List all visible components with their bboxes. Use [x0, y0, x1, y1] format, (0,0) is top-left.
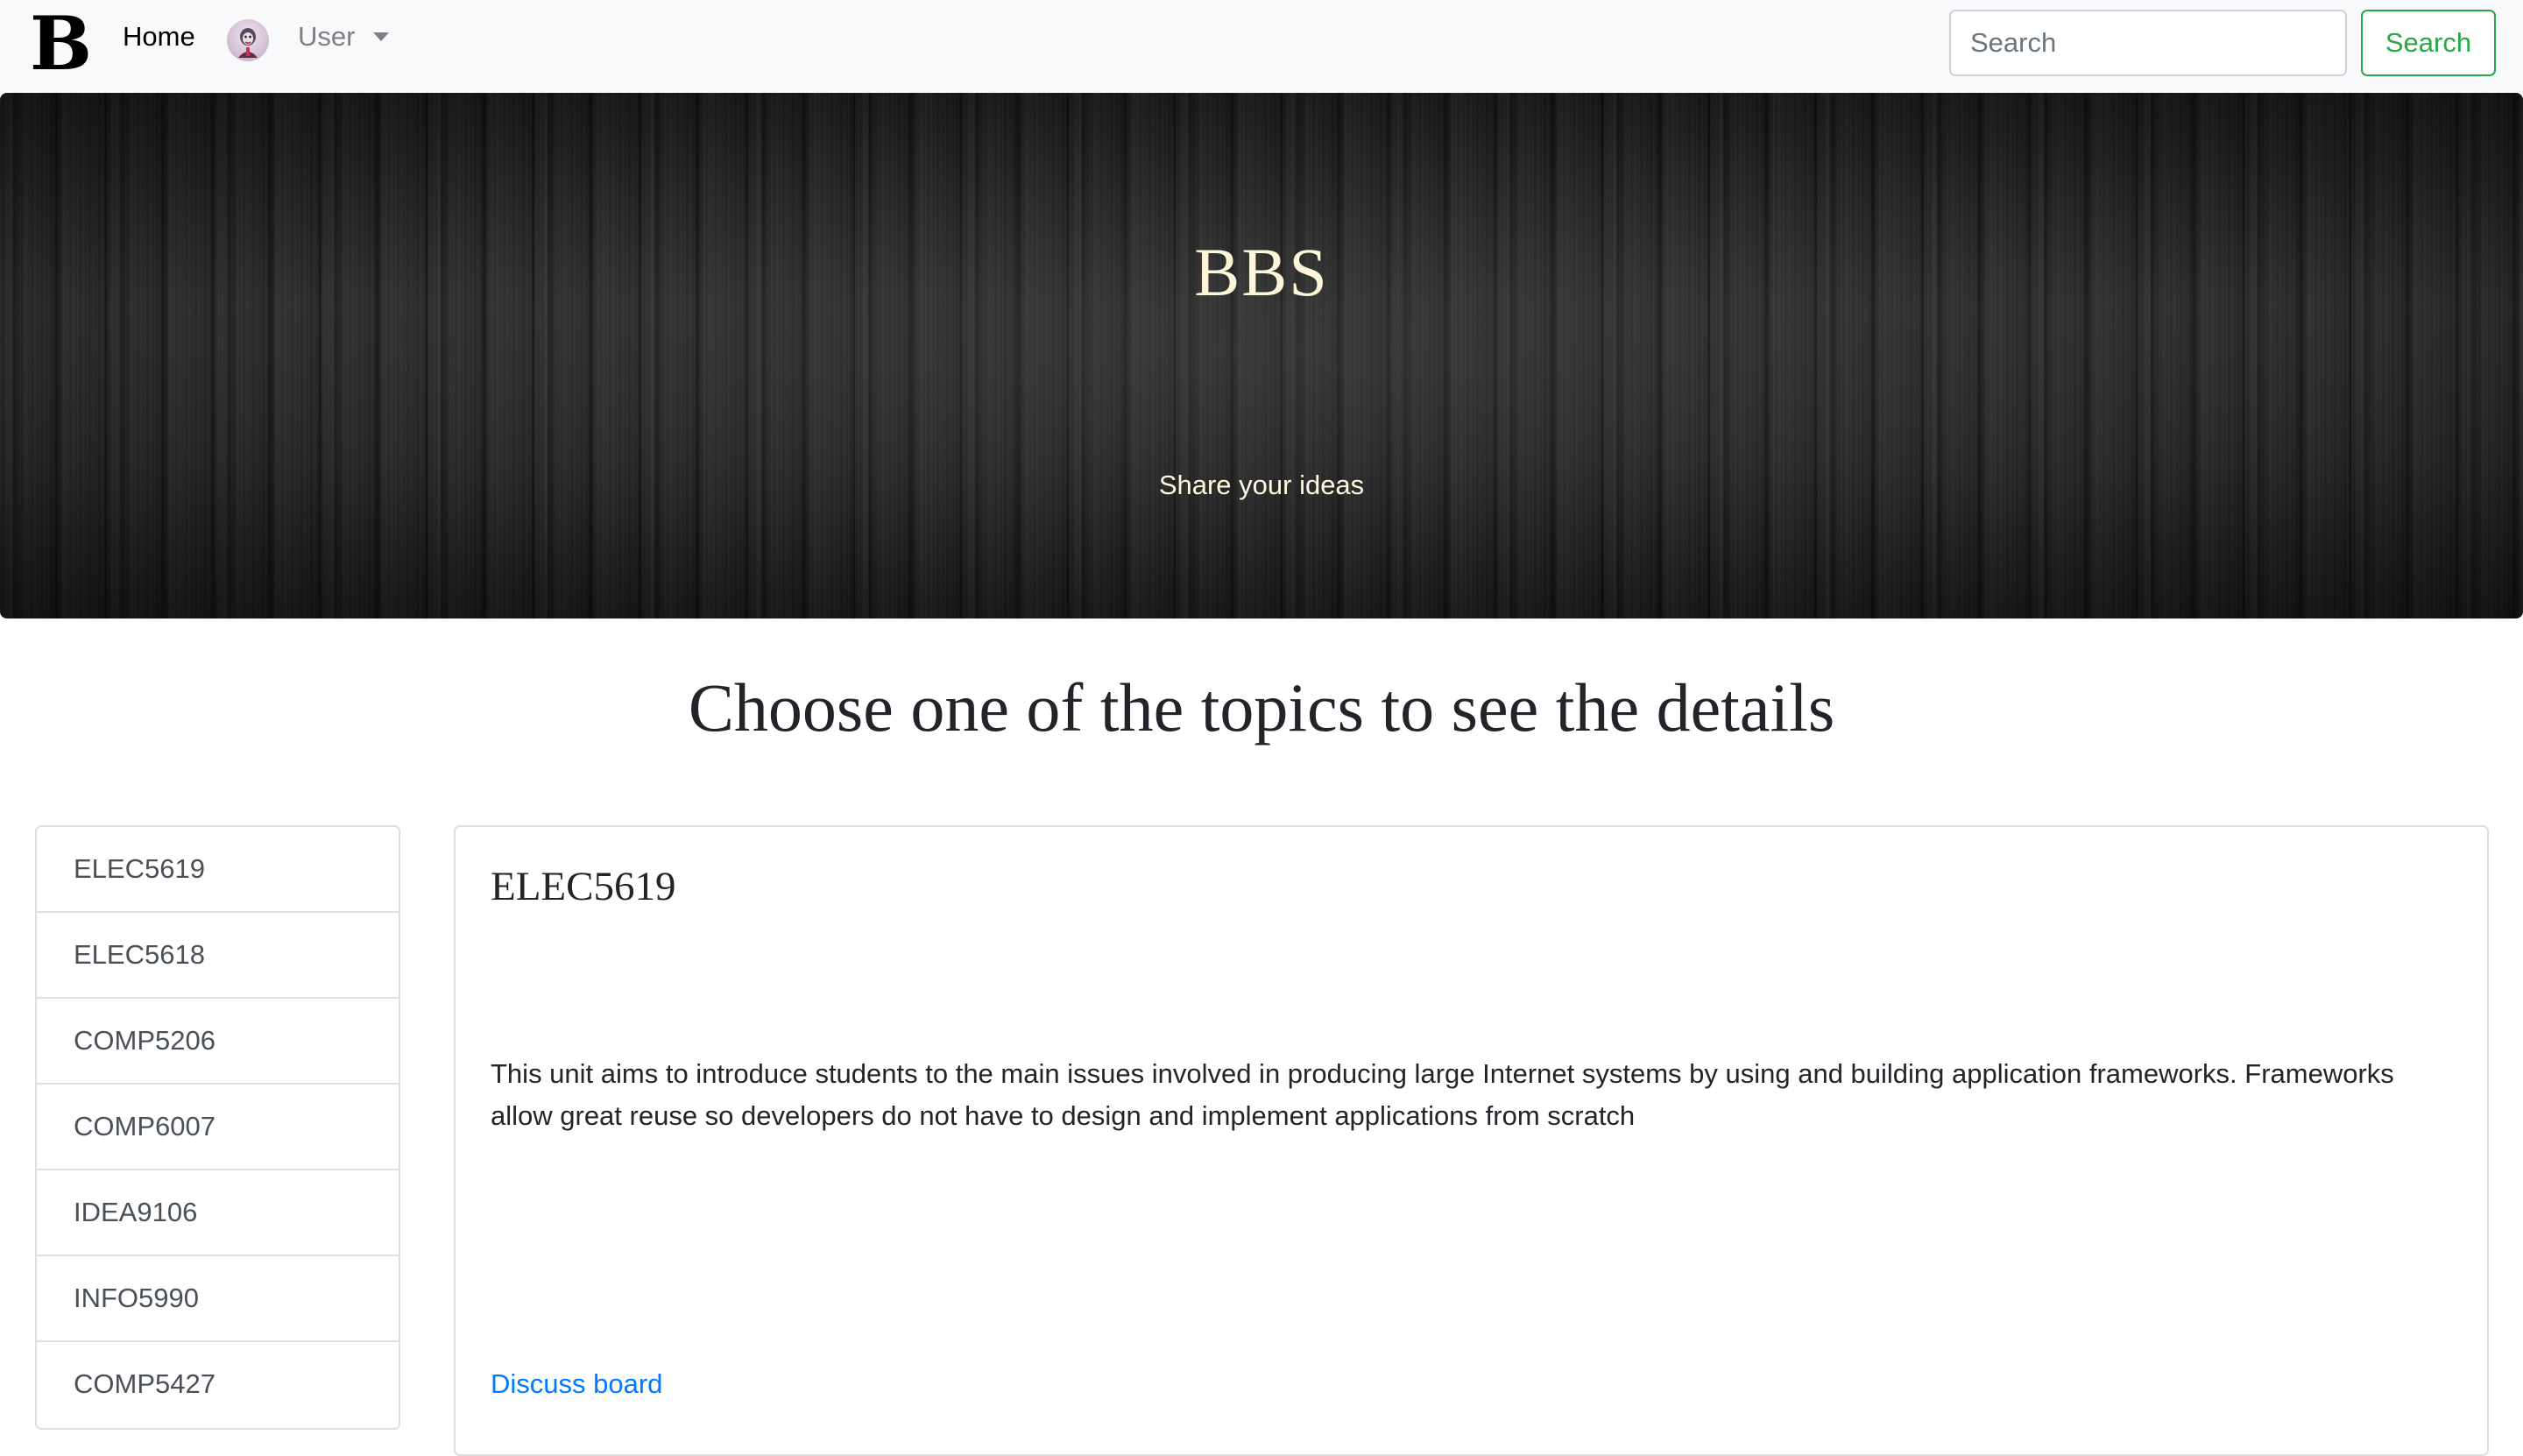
topic-item[interactable]: COMP6007: [37, 1085, 399, 1170]
hero-banner: BBS Share your ideas: [0, 93, 2523, 618]
user-dropdown-toggle[interactable]: User: [298, 19, 355, 54]
caret-down-icon[interactable]: [373, 32, 389, 41]
topic-item[interactable]: ELEC5619: [37, 827, 399, 913]
topic-title: ELEC5619: [491, 864, 676, 909]
hero-title: BBS: [1194, 234, 1329, 310]
topic-detail-card: ELEC5619 This unit aims to introduce stu…: [454, 825, 2489, 1456]
page-heading: Choose one of the topics to see the deta…: [688, 669, 1835, 746]
nav-home-link[interactable]: Home: [123, 19, 195, 54]
hero-wood-background: [0, 93, 2523, 618]
discuss-board-link[interactable]: Discuss board: [491, 1367, 662, 1402]
topic-item[interactable]: IDEA9106: [37, 1170, 399, 1256]
search-input[interactable]: [1949, 10, 2347, 76]
search-button[interactable]: Search: [2361, 10, 2496, 76]
hero-subtitle: Share your ideas: [1158, 470, 1365, 500]
topic-item[interactable]: INFO5990: [37, 1256, 399, 1342]
topic-description: This unit aims to introduce students to …: [491, 1058, 2394, 1131]
topic-item[interactable]: ELEC5618: [37, 913, 399, 999]
topic-item[interactable]: COMP5206: [37, 999, 399, 1085]
topic-list: ELEC5619 ELEC5618 COMP5206 COMP6007 IDEA…: [35, 825, 400, 1430]
topic-item[interactable]: COMP5427: [37, 1342, 399, 1428]
user-avatar-icon[interactable]: [227, 19, 269, 61]
navbar: B Home User Search: [0, 0, 2523, 93]
brand-logo[interactable]: B: [30, 7, 92, 81]
